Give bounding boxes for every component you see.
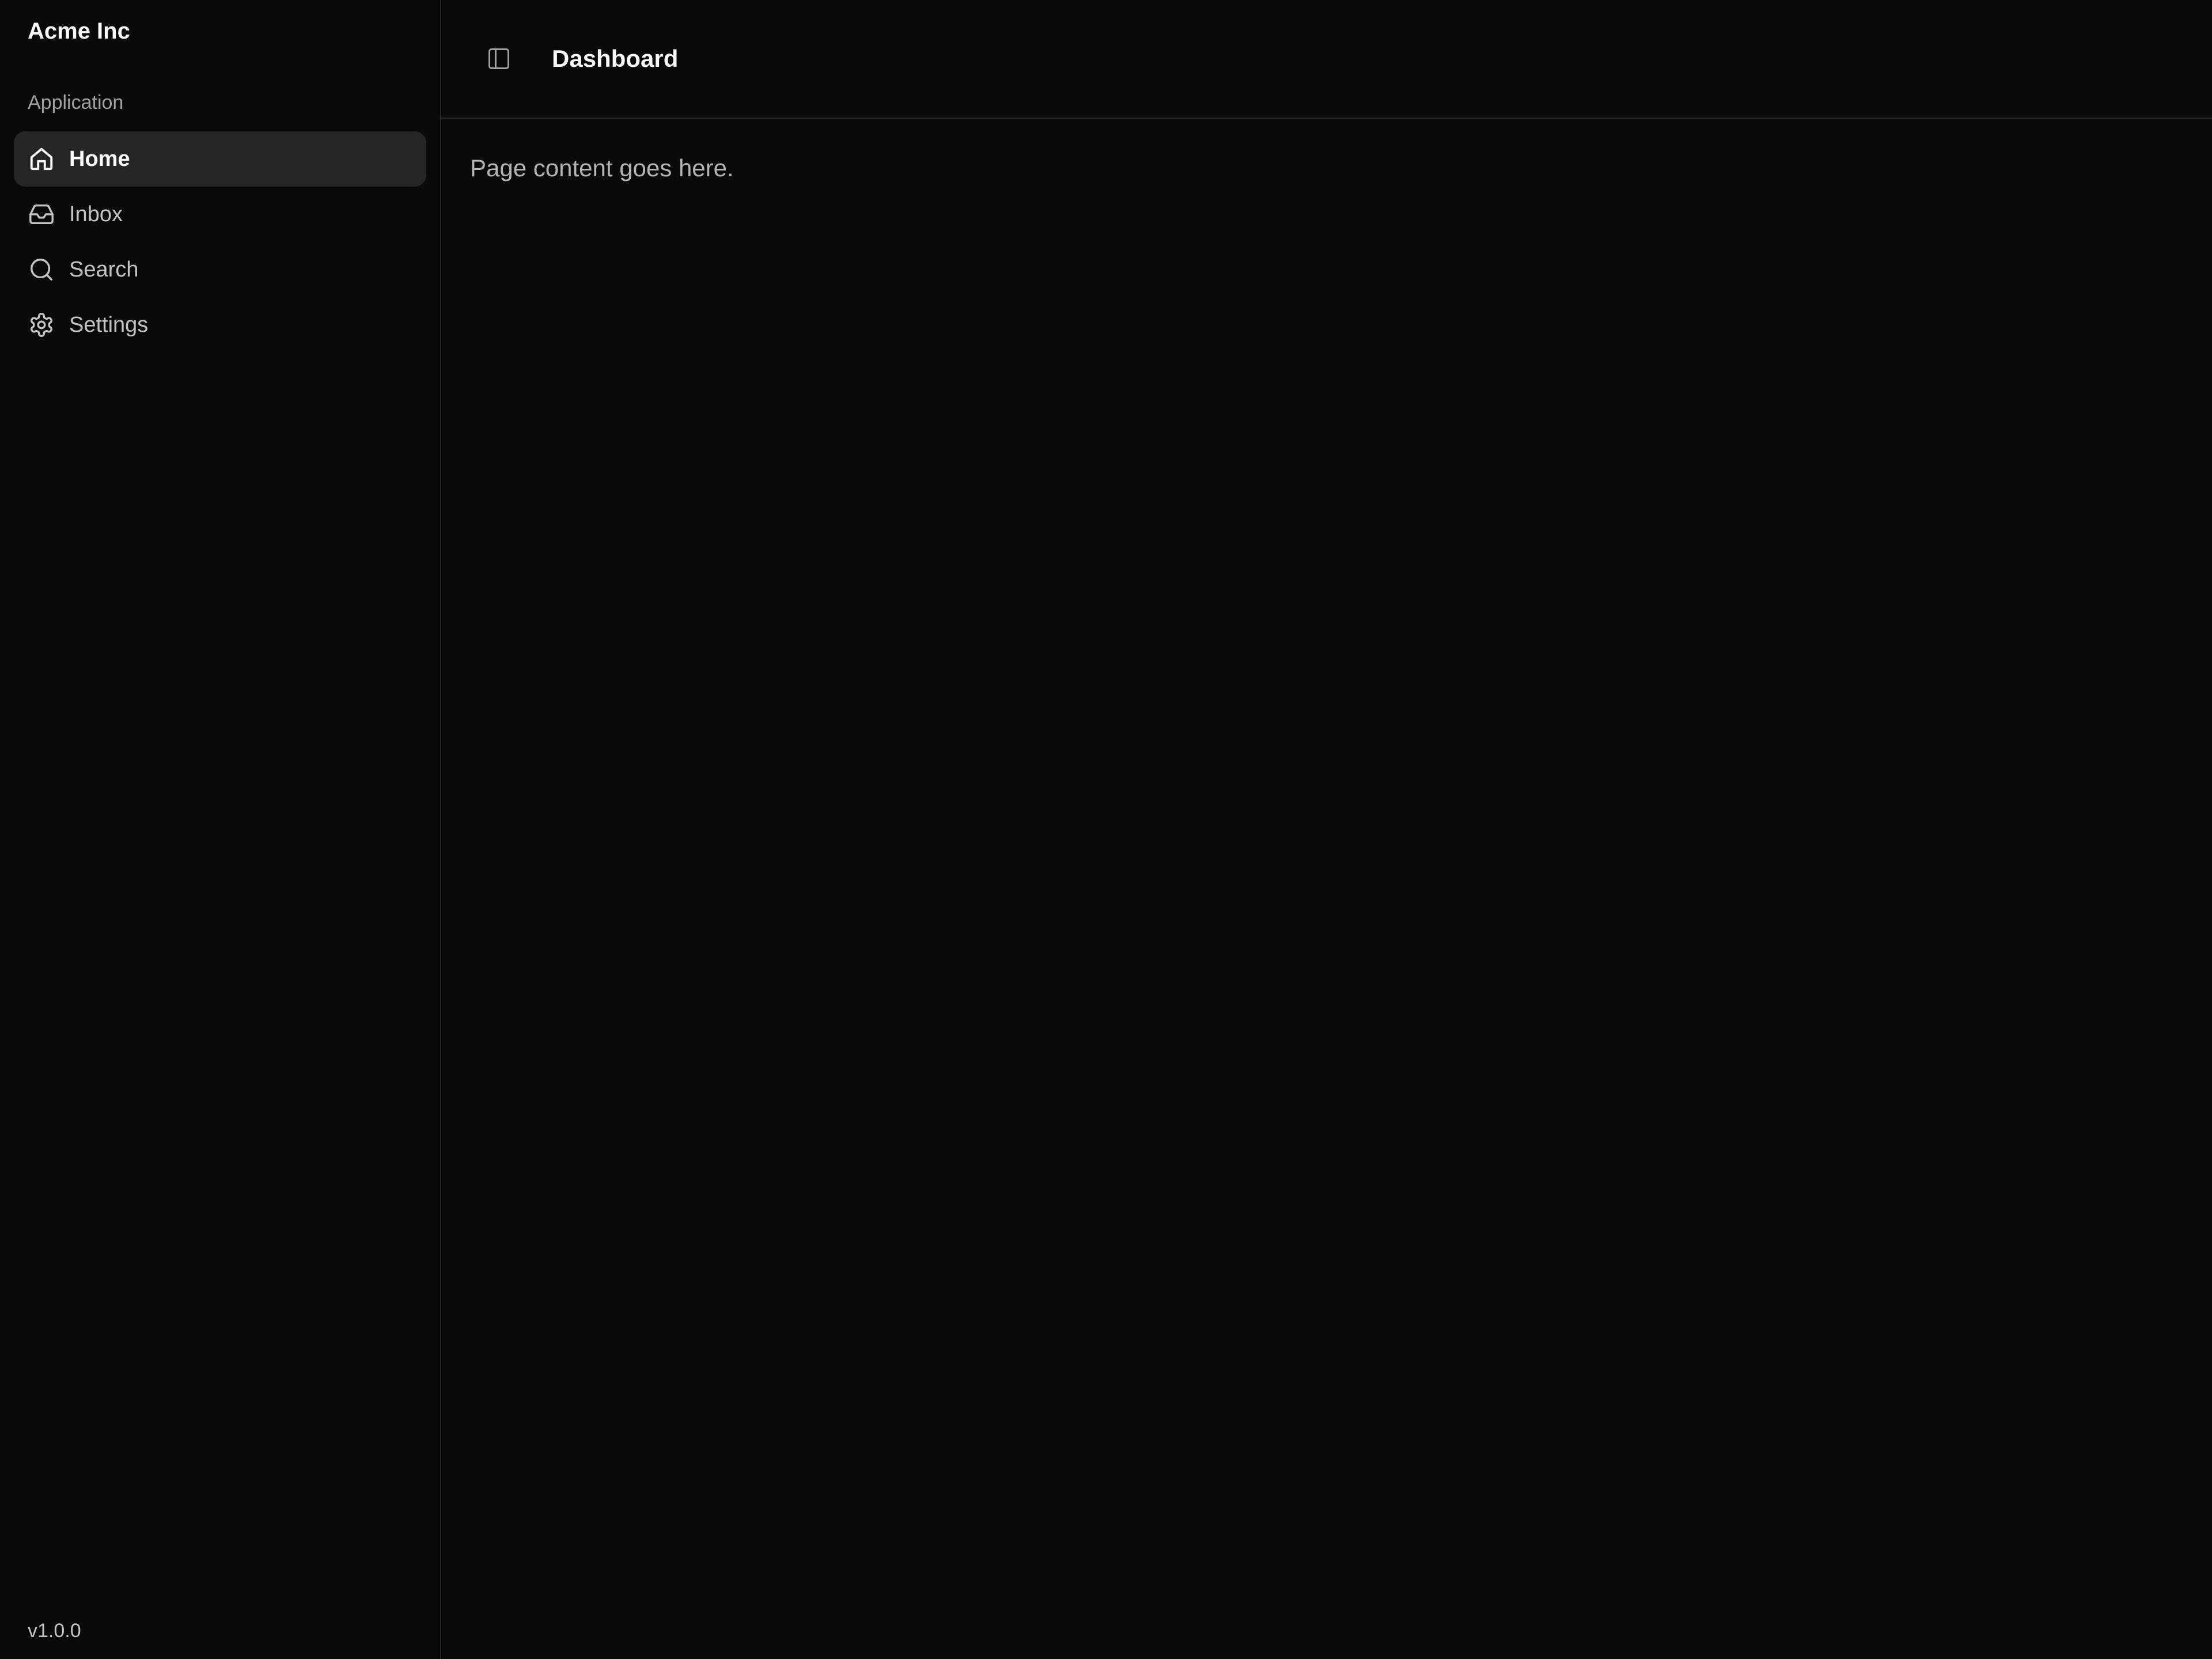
sidebar-item-search[interactable]: Search — [14, 242, 426, 297]
home-icon — [28, 145, 55, 173]
sidebar-toggle-icon — [486, 46, 512, 71]
search-icon — [28, 256, 55, 283]
version-label: v1.0.0 — [28, 1620, 81, 1642]
sidebar-item-label: Inbox — [69, 202, 123, 226]
sidebar-item-settings[interactable]: Settings — [14, 297, 426, 353]
page-title: Dashboard — [552, 45, 679, 72]
page-content: Page content goes here. — [441, 119, 2212, 218]
main-area: Dashboard Page content goes here. — [441, 0, 2212, 1659]
sidebar-toggle-button[interactable] — [474, 33, 524, 84]
content-text: Page content goes here. — [470, 154, 734, 181]
app-shell: Acme Inc Application Home Inbox Search S… — [0, 0, 2212, 1659]
gear-icon — [28, 311, 55, 339]
sidebar-menu: Home Inbox Search Settings — [14, 131, 426, 353]
sidebar-item-home[interactable]: Home — [14, 131, 426, 187]
brand-name: Acme Inc — [28, 18, 130, 44]
sidebar-group-label: Application — [28, 92, 124, 113]
inbox-icon — [28, 200, 55, 228]
page-header: Dashboard — [441, 0, 2212, 119]
sidebar-item-label: Settings — [69, 312, 149, 337]
sidebar-item-inbox[interactable]: Inbox — [14, 187, 426, 242]
sidebar-item-label: Search — [69, 257, 139, 282]
sidebar-item-label: Home — [69, 146, 130, 171]
sidebar: Acme Inc Application Home Inbox Search S… — [0, 0, 441, 1659]
